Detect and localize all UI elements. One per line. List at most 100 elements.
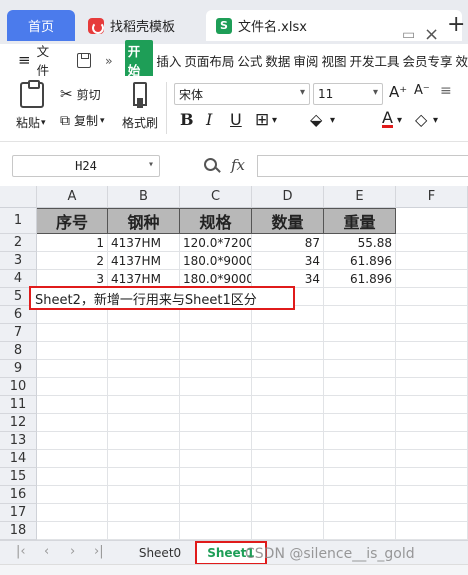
cell-b9[interactable]	[108, 360, 180, 378]
cell-c13[interactable]	[180, 432, 252, 450]
cell-c12[interactable]	[180, 414, 252, 432]
cell-a18[interactable]	[37, 522, 108, 540]
header-cell-a[interactable]: 序号	[37, 208, 108, 234]
cell-d16[interactable]	[252, 486, 324, 504]
cell-f12[interactable]	[396, 414, 468, 432]
cell-a12[interactable]	[37, 414, 108, 432]
cell-e17[interactable]	[324, 504, 396, 522]
row-header-13[interactable]: 13	[0, 432, 37, 450]
cell-f16[interactable]	[396, 486, 468, 504]
row-header-7[interactable]: 7	[0, 324, 37, 342]
zoom-function-icon[interactable]	[204, 158, 217, 171]
cell-f17[interactable]	[396, 504, 468, 522]
cell-a8[interactable]	[37, 342, 108, 360]
eraser-icon[interactable]: ◇	[415, 110, 427, 129]
data-cell-e4[interactable]: 61.896	[324, 270, 396, 288]
insert-function-button[interactable]: fx	[231, 156, 245, 174]
cell-b13[interactable]	[108, 432, 180, 450]
header-cell-c[interactable]: 规格	[180, 208, 252, 234]
cut-button[interactable]: ✂ 剪切	[60, 85, 101, 103]
tab-file[interactable]: S 文件名.xlsx ▭ ×	[206, 10, 462, 45]
more-chevron-icon[interactable]: »	[105, 53, 113, 68]
cell-a14[interactable]	[37, 450, 108, 468]
row-header-15[interactable]: 15	[0, 468, 37, 486]
first-sheet-icon[interactable]: |‹	[16, 544, 26, 559]
col-header-a[interactable]: A	[37, 186, 108, 208]
row-header-11[interactable]: 11	[0, 396, 37, 414]
underline-button[interactable]: U	[230, 110, 242, 129]
menu-efficiency[interactable]: 效	[455, 51, 468, 70]
data-cell-c2[interactable]: 120.0*7200	[180, 234, 252, 252]
cell-e10[interactable]	[324, 378, 396, 396]
cell-c11[interactable]	[180, 396, 252, 414]
cell-d12[interactable]	[252, 414, 324, 432]
cell-e5[interactable]	[324, 288, 396, 306]
cell-c17[interactable]	[180, 504, 252, 522]
cell-b18[interactable]	[108, 522, 180, 540]
data-cell-a2[interactable]: 1	[37, 234, 108, 252]
font-color-button[interactable]: A	[382, 110, 393, 128]
cell-e11[interactable]	[324, 396, 396, 414]
fill-color-icon[interactable]: ⬙	[310, 110, 322, 129]
cell-f2[interactable]	[396, 234, 468, 252]
note-cell-a5[interactable]: Sheet2，新增一行用来与Sheet1区分	[29, 286, 295, 310]
close-tab-icon[interactable]: ×	[424, 24, 439, 45]
menu-formula[interactable]: 公式	[237, 51, 262, 70]
cell-f14[interactable]	[396, 450, 468, 468]
tab-template[interactable]: 找稻壳模板	[80, 10, 202, 41]
cell-a11[interactable]	[37, 396, 108, 414]
cell-a15[interactable]	[37, 468, 108, 486]
row-header-14[interactable]: 14	[0, 450, 37, 468]
menu-page-layout[interactable]: 页面布局	[184, 51, 234, 70]
row-header-16[interactable]: 16	[0, 486, 37, 504]
data-cell-b2[interactable]: 4137HM	[108, 234, 180, 252]
fill-dropdown-icon[interactable]: ▾	[330, 115, 335, 126]
cell-d7[interactable]	[252, 324, 324, 342]
next-sheet-icon[interactable]: ›	[70, 544, 75, 559]
data-cell-d2[interactable]: 87	[252, 234, 324, 252]
paste-icon[interactable]	[20, 80, 44, 108]
cell-a9[interactable]	[37, 360, 108, 378]
select-all-corner[interactable]	[0, 186, 37, 208]
cell-b15[interactable]	[108, 468, 180, 486]
menu-developer[interactable]: 开发工具	[349, 51, 399, 70]
menu-data[interactable]: 数据	[265, 51, 290, 70]
name-box[interactable]: H24 ▾	[12, 155, 160, 177]
cell-f1[interactable]	[396, 208, 468, 234]
formula-input[interactable]	[257, 155, 468, 177]
row-header-2[interactable]: 2	[0, 234, 37, 252]
cell-c9[interactable]	[180, 360, 252, 378]
cell-f5[interactable]	[396, 288, 468, 306]
col-header-f[interactable]: F	[396, 186, 468, 208]
cell-c18[interactable]	[180, 522, 252, 540]
save-icon[interactable]	[77, 52, 92, 68]
cell-b8[interactable]	[108, 342, 180, 360]
cell-c8[interactable]	[180, 342, 252, 360]
col-header-d[interactable]: D	[252, 186, 324, 208]
cell-d18[interactable]	[252, 522, 324, 540]
cell-b11[interactable]	[108, 396, 180, 414]
cell-d15[interactable]	[252, 468, 324, 486]
row-header-12[interactable]: 12	[0, 414, 37, 432]
cell-b10[interactable]	[108, 378, 180, 396]
cell-f3[interactable]	[396, 252, 468, 270]
cell-b14[interactable]	[108, 450, 180, 468]
format-painter-button[interactable]: 格式刷	[122, 114, 158, 131]
font-name-select[interactable]: 宋体 ▾	[174, 83, 310, 105]
copy-button[interactable]: ⧉ 复制 ▾	[60, 112, 105, 129]
sheet-tab-sheet0[interactable]: Sheet0	[125, 543, 195, 563]
header-cell-e[interactable]: 重量	[324, 208, 396, 234]
col-header-b[interactable]: B	[108, 186, 180, 208]
pin-window-icon[interactable]: ▭	[402, 27, 415, 43]
prev-sheet-icon[interactable]: ‹	[44, 544, 49, 559]
menu-review[interactable]: 审阅	[293, 51, 318, 70]
row-header-8[interactable]: 8	[0, 342, 37, 360]
cell-e18[interactable]	[324, 522, 396, 540]
row-header-9[interactable]: 9	[0, 360, 37, 378]
menu-member[interactable]: 会员专享	[402, 51, 452, 70]
cell-a10[interactable]	[37, 378, 108, 396]
row-header-18[interactable]: 18	[0, 522, 37, 540]
cell-f8[interactable]	[396, 342, 468, 360]
cell-d14[interactable]	[252, 450, 324, 468]
align-icon[interactable]: ≡	[440, 83, 452, 99]
